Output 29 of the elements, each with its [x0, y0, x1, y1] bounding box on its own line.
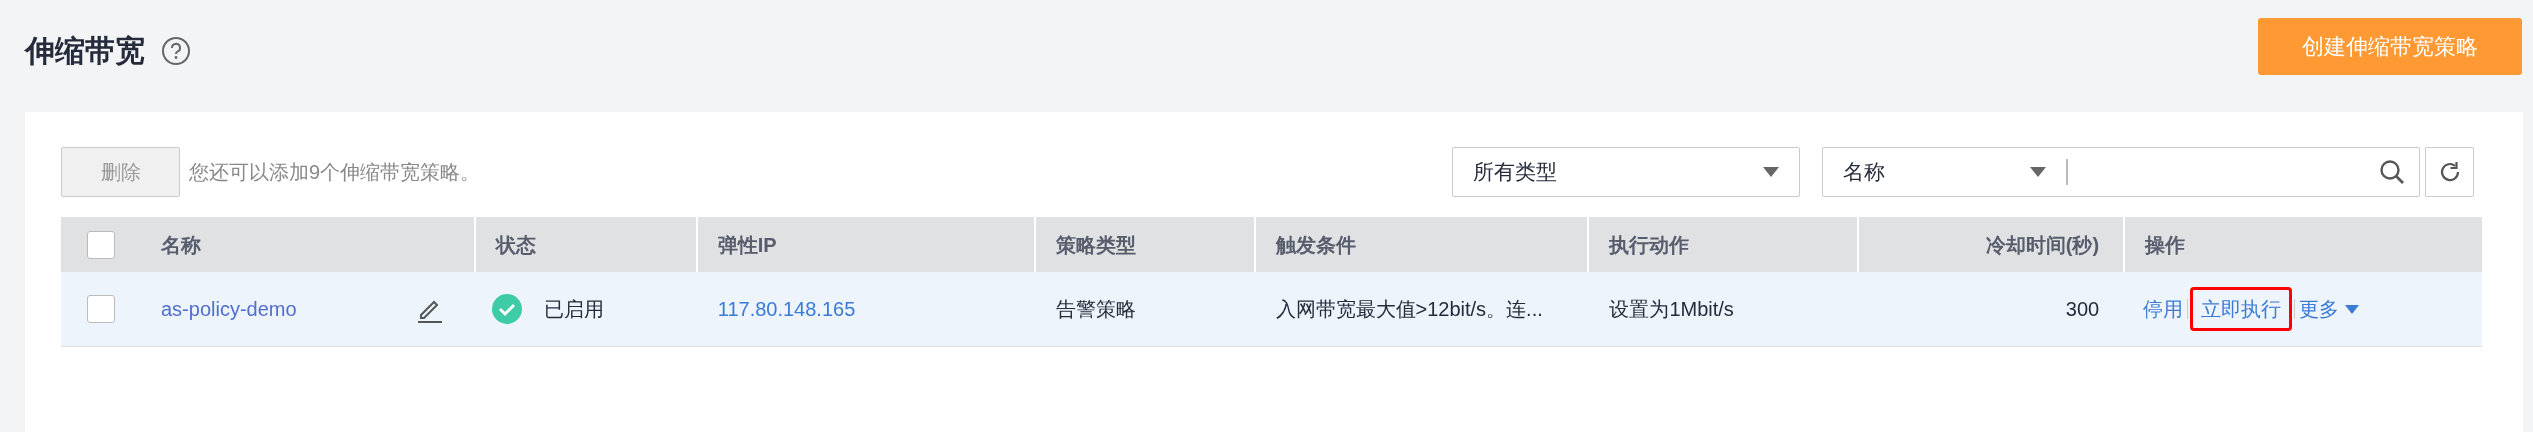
column-header: 名称: [160, 232, 201, 258]
page-title: 伸缩带宽: [25, 33, 145, 69]
policy-name-link[interactable]: as-policy-demo: [160, 294, 297, 324]
column-header: 策略类型: [1055, 232, 1136, 258]
column-header: 状态: [495, 232, 536, 258]
table-cell: 告警策略: [1055, 298, 1136, 320]
action-link[interactable]: 更多: [2295, 294, 2364, 324]
table-cell: 设置为1Mbit/s: [1609, 298, 1734, 320]
hint-text: 您还可以添加9个伸缩带宽策略。: [189, 160, 481, 185]
refresh-button[interactable]: [2425, 147, 2474, 197]
table-cell: 300: [2065, 298, 2100, 320]
table-cell: 入网带宽最大值>12bit/s。连...: [1275, 298, 1543, 320]
column-header: 冷却时间(秒): [1985, 232, 2100, 258]
search-icon[interactable]: [2379, 159, 2405, 185]
column-header: 触发条件: [1275, 232, 1356, 258]
type-filter-dropdown[interactable]: 所有类型: [1452, 147, 1800, 197]
status-text: 已启用: [543, 297, 604, 322]
action-link[interactable]: 停用: [2139, 294, 2188, 324]
elastic-ip-link[interactable]: 117.80.148.165: [717, 298, 856, 320]
column-header: 执行动作: [1609, 232, 1690, 258]
action-link[interactable]: 立即执行: [2190, 287, 2293, 331]
caret-icon: [1763, 167, 1779, 177]
help-icon[interactable]: [161, 35, 191, 66]
column-header: 操作: [2145, 232, 2186, 258]
caret-icon: [2030, 167, 2046, 177]
column-header: 弹性IP: [717, 232, 777, 258]
select-all-checkbox[interactable]: [87, 230, 115, 259]
row-checkbox[interactable]: [87, 295, 115, 323]
create-policy-button[interactable]: 创建伸缩带宽策略: [2258, 18, 2522, 75]
